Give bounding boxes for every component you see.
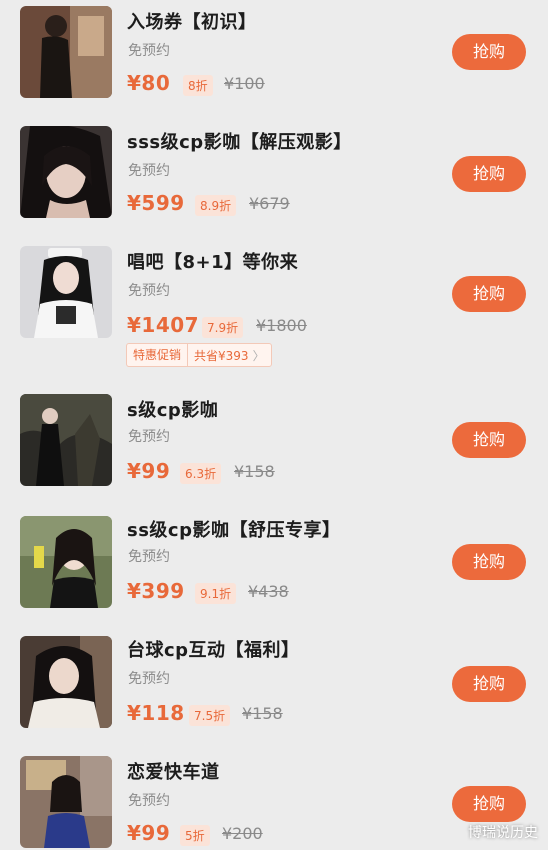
sale-price: ¥80 — [127, 71, 171, 95]
discount-badge: 7.5折 — [189, 705, 231, 726]
list-item[interactable]: 入场券【初识】 免预约 ¥80 8折 ¥100 抢购 — [0, 0, 548, 120]
promo-saving: 共省¥393 — [194, 348, 249, 363]
original-price: ¥679 — [249, 194, 290, 213]
original-price: ¥100 — [224, 74, 265, 93]
product-title: ss级cp影咖【舒压专享】 — [127, 520, 341, 541]
product-title: 唱吧【8+1】等你来 — [127, 252, 299, 273]
discount-badge: 9.1折 — [195, 583, 237, 604]
product-title: s级cp影咖 — [127, 400, 219, 421]
product-thumbnail[interactable] — [20, 636, 112, 728]
discount-badge: 6.3折 — [180, 463, 222, 484]
original-price: ¥158 — [234, 462, 275, 481]
sale-price: ¥99 — [127, 459, 171, 483]
discount-badge: 7.9折 — [202, 317, 244, 338]
product-list: 入场券【初识】 免预约 ¥80 8折 ¥100 抢购 sss级cp影咖【解压观影… — [0, 0, 548, 850]
product-thumbnail[interactable] — [20, 246, 112, 338]
list-item[interactable]: ss级cp影咖【舒压专享】 免预约 ¥399 9.1折 ¥438 抢购 — [0, 508, 548, 628]
booking-note: 免预约 — [128, 671, 170, 687]
list-item[interactable]: sss级cp影咖【解压观影】 免预约 ¥599 8.9折 ¥679 抢购 — [0, 120, 548, 240]
buy-button[interactable]: 抢购 — [452, 666, 526, 702]
discount-badge: 8折 — [183, 75, 213, 96]
buy-button[interactable]: 抢购 — [452, 544, 526, 580]
list-item[interactable]: 唱吧【8+1】等你来 免预约 ¥1407 7.9折 ¥1800 特惠促销 共省¥… — [0, 240, 548, 388]
sale-price: ¥599 — [127, 191, 185, 215]
booking-note: 免预约 — [128, 793, 170, 809]
booking-note: 免预约 — [128, 43, 170, 59]
product-title: 恋爱快车道 — [127, 762, 220, 783]
buy-button[interactable]: 抢购 — [452, 156, 526, 192]
discount-badge: 8.9折 — [195, 195, 237, 216]
promo-banner[interactable]: 特惠促销 共省¥393 〉 — [126, 343, 272, 367]
original-price: ¥158 — [242, 704, 283, 723]
sale-price: ¥1407 — [127, 313, 200, 337]
booking-note: 免预约 — [128, 429, 170, 445]
sale-price: ¥399 — [127, 579, 185, 603]
buy-button[interactable]: 抢购 — [452, 34, 526, 70]
original-price: ¥200 — [222, 824, 263, 843]
list-item[interactable]: 恋爱快车道 免预约 ¥99 5折 ¥200 抢购 — [0, 748, 548, 850]
booking-note: 免预约 — [128, 549, 170, 565]
booking-note: 免预约 — [128, 283, 170, 299]
buy-button[interactable]: 抢购 — [452, 276, 526, 312]
product-thumbnail[interactable] — [20, 126, 112, 218]
sale-price: ¥99 — [127, 821, 171, 845]
buy-button[interactable]: 抢购 — [452, 786, 526, 822]
product-thumbnail[interactable] — [20, 756, 112, 848]
product-title: 入场券【初识】 — [127, 12, 257, 33]
original-price: ¥438 — [248, 582, 289, 601]
list-item[interactable]: 台球cp互动【福利】 免预约 ¥118 7.5折 ¥158 抢购 — [0, 628, 548, 748]
booking-note: 免预约 — [128, 163, 170, 179]
chevron-right-icon: 〉 — [252, 348, 265, 363]
buy-button[interactable]: 抢购 — [452, 422, 526, 458]
list-item[interactable]: s级cp影咖 免预约 ¥99 6.3折 ¥158 抢购 — [0, 388, 548, 508]
product-title: sss级cp影咖【解压观影】 — [127, 132, 352, 153]
watermark: 博瑞说历史 — [468, 825, 538, 841]
sale-price: ¥118 — [127, 701, 185, 725]
product-thumbnail[interactable] — [20, 394, 112, 486]
original-price: ¥1800 — [256, 316, 307, 335]
promo-tag: 特惠促销 — [127, 344, 189, 366]
product-thumbnail[interactable] — [20, 516, 112, 608]
product-thumbnail[interactable] — [20, 6, 112, 98]
product-title: 台球cp互动【福利】 — [127, 640, 300, 661]
discount-badge: 5折 — [180, 825, 210, 846]
